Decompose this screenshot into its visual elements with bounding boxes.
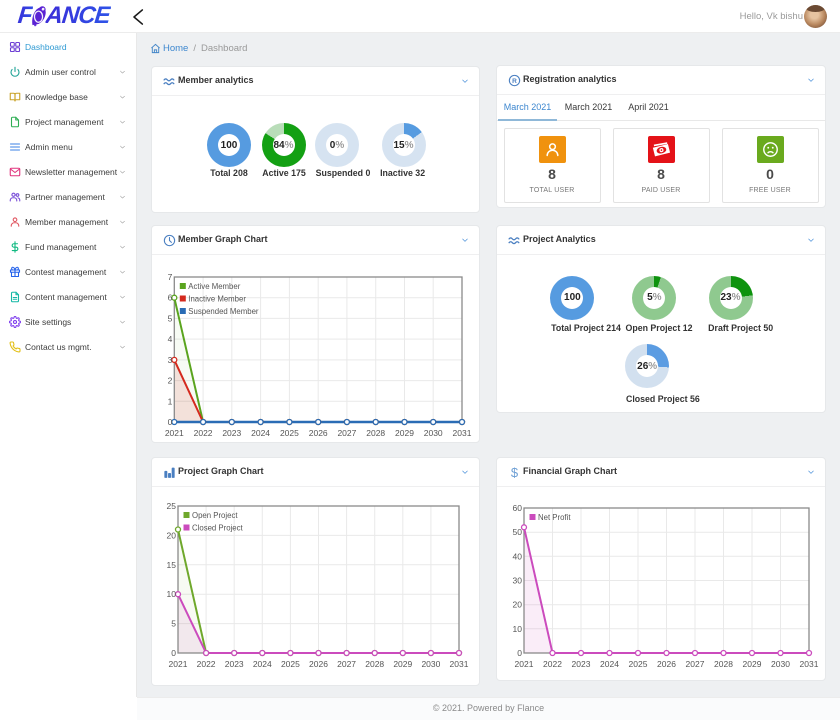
- svg-text:2025: 2025: [629, 659, 648, 669]
- svg-text:2029: 2029: [393, 659, 412, 669]
- svg-text:2024: 2024: [253, 659, 272, 669]
- svg-text:Open Project: Open Project: [192, 511, 238, 520]
- svg-text:2025: 2025: [281, 659, 300, 669]
- svg-text:2027: 2027: [337, 428, 356, 438]
- svg-text:Active Member: Active Member: [188, 282, 240, 291]
- svg-text:5: 5: [168, 313, 173, 323]
- svg-text:2: 2: [168, 376, 173, 386]
- svg-text:R: R: [512, 78, 517, 85]
- svg-text:2026: 2026: [657, 659, 676, 669]
- svg-text:2022: 2022: [543, 659, 562, 669]
- svg-text:2029: 2029: [395, 428, 414, 438]
- svg-text:4: 4: [168, 334, 173, 344]
- svg-text:2028: 2028: [714, 659, 733, 669]
- svg-text:2027: 2027: [337, 659, 356, 669]
- svg-text:2031: 2031: [450, 659, 469, 669]
- svg-text:2021: 2021: [515, 659, 534, 669]
- svg-text:7: 7: [168, 272, 173, 282]
- svg-text:25: 25: [167, 501, 177, 511]
- svg-text:2031: 2031: [800, 659, 819, 669]
- svg-text:2029: 2029: [743, 659, 762, 669]
- svg-text:3: 3: [168, 355, 173, 365]
- svg-text:40: 40: [513, 551, 523, 561]
- svg-text:2028: 2028: [366, 428, 385, 438]
- svg-text:2026: 2026: [309, 428, 328, 438]
- svg-text:2030: 2030: [771, 659, 790, 669]
- svg-text:2031: 2031: [453, 428, 472, 438]
- svg-text:2026: 2026: [309, 659, 328, 669]
- svg-text:2023: 2023: [222, 428, 241, 438]
- svg-text:2024: 2024: [600, 659, 619, 669]
- svg-text:Closed Project: Closed Project: [192, 523, 244, 532]
- svg-text:2021: 2021: [169, 659, 188, 669]
- svg-text:0: 0: [171, 648, 176, 658]
- svg-text:2027: 2027: [686, 659, 705, 669]
- svg-text:20: 20: [167, 530, 177, 540]
- svg-text:2022: 2022: [194, 428, 213, 438]
- svg-text:2024: 2024: [251, 428, 270, 438]
- svg-text:60: 60: [513, 503, 523, 513]
- svg-text:10: 10: [167, 589, 177, 599]
- svg-text:2023: 2023: [572, 659, 591, 669]
- svg-text:6: 6: [168, 293, 173, 303]
- svg-text:0: 0: [168, 417, 173, 427]
- svg-text:2028: 2028: [365, 659, 384, 669]
- svg-text:2022: 2022: [197, 659, 216, 669]
- svg-text:2030: 2030: [421, 659, 440, 669]
- svg-text:Net Profit: Net Profit: [538, 513, 571, 522]
- svg-text:15: 15: [167, 560, 177, 570]
- svg-text:2021: 2021: [165, 428, 184, 438]
- svg-text:1: 1: [168, 396, 173, 406]
- svg-text:5: 5: [171, 619, 176, 629]
- svg-text:2025: 2025: [280, 428, 299, 438]
- svg-text:2030: 2030: [424, 428, 443, 438]
- svg-text:10: 10: [513, 624, 523, 634]
- svg-text:50: 50: [513, 527, 523, 537]
- svg-text:0: 0: [517, 648, 522, 658]
- svg-text:Suspended Member: Suspended Member: [188, 307, 259, 316]
- svg-text:30: 30: [513, 576, 523, 586]
- svg-text:2023: 2023: [225, 659, 244, 669]
- svg-text:Inactive Member: Inactive Member: [188, 294, 246, 303]
- svg-text:20: 20: [513, 600, 523, 610]
